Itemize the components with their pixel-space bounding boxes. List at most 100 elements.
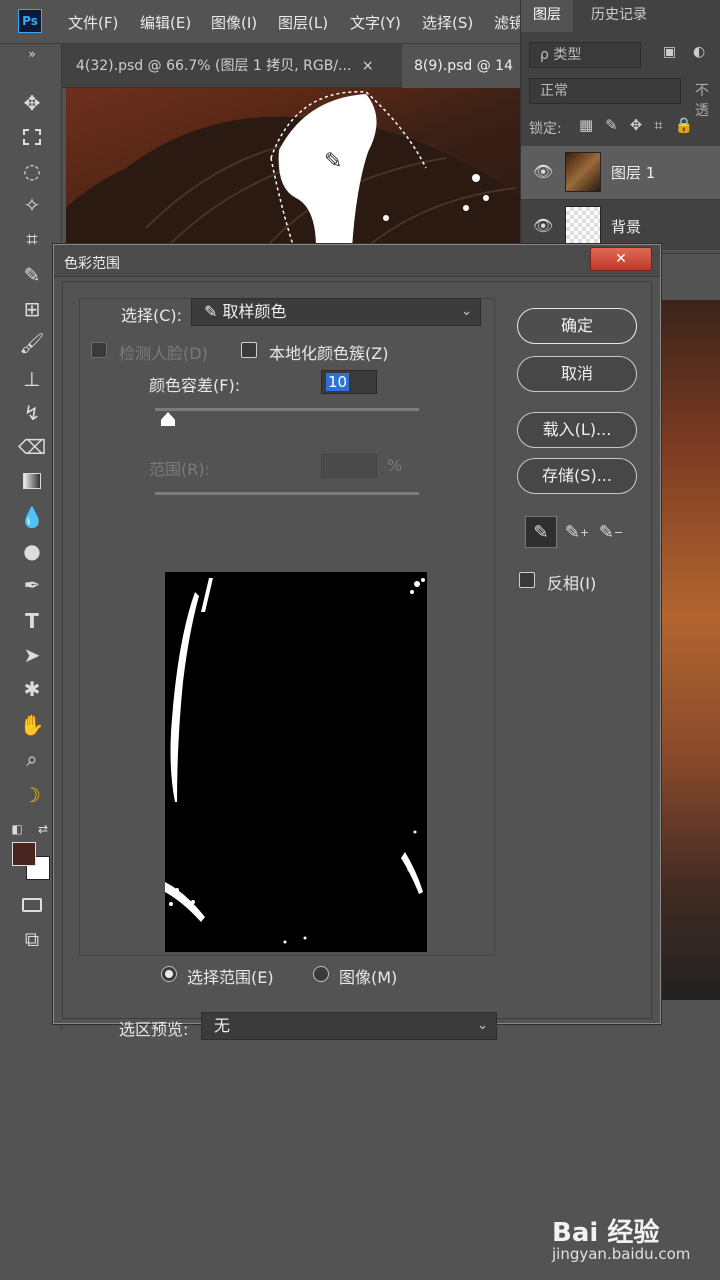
range-unit: % [387,456,403,475]
localized-clusters-checkbox[interactable] [241,342,257,358]
fuzziness-label: 颜色容差(F): [149,376,241,395]
chevron-down-icon: ⌄ [477,1018,488,1033]
menu-file[interactable]: 文件(F) [68,12,118,33]
menu-image[interactable]: 图像(I) [211,12,257,33]
eyedropper-plus-icon[interactable]: ✎ + [561,516,593,548]
custom-shape-tool-icon[interactable]: ✱ [19,676,45,702]
type-tool-icon[interactable]: T [19,608,45,634]
menu-edit[interactable]: 编辑(E) [140,12,191,33]
layer-thumbnail [565,152,601,192]
eyedropper-minus-icon[interactable]: ✎ − [595,516,627,548]
watermark-url: jingyan.baidu.com [552,1245,691,1263]
tab-layers[interactable]: 图层 [521,0,573,32]
menu-type[interactable]: 文字(Y) [350,12,401,33]
select-value: 取样颜色 [222,302,287,321]
eyedropper-icon[interactable]: ✎ [525,516,557,548]
swap-colors-icon[interactable]: ⇄ [36,816,50,842]
baidu-logo: Bai 经验 [552,1218,660,1248]
close-button[interactable]: ✕ [590,247,652,271]
eraser-tool-icon[interactable]: ⌫ [18,434,46,460]
tab-document-1[interactable]: 4(32).psd @ 66.7% (图层 1 拷贝, RGB/... × [64,44,394,88]
menu-filter[interactable]: 滤镜 [494,12,520,33]
image-radio[interactable] [313,966,329,982]
select-dropdown[interactable]: ✎ 取样颜色 ⌄ [191,298,481,326]
canvas-image: ✎ [66,91,522,248]
expand-toolbar-icon[interactable]: » [19,46,45,62]
detect-faces-label: 检测人脸(D) [119,344,208,363]
invert-checkbox[interactable] [519,572,535,588]
quick-mask-icon[interactable] [19,892,45,918]
photoshop-logo: Ps [18,9,42,33]
blur-tool-icon[interactable]: 💧 [19,504,45,530]
selection-preview-image [165,572,427,952]
image-radio-label: 图像(M) [339,968,398,987]
fuzziness-input[interactable]: 10 [321,370,377,394]
image-filter-icon[interactable]: ▣ [663,44,676,60]
load-button[interactable]: 载入(L)... [517,412,637,448]
dialog-body: 选择(C): ✎ 取样颜色 ⌄ 检测人脸(D) 本地化颜色簇(Z) 颜色容差(F… [62,281,652,1040]
path-selection-tool-icon[interactable]: ➤ [19,642,45,668]
selection-preview-value: 无 [214,1016,231,1035]
marquee-tool-icon[interactable] [19,124,45,150]
lock-label: 锁定: [529,121,562,137]
foreground-color-swatch[interactable] [12,842,36,866]
lasso-tool-icon[interactable]: ◌ [19,158,45,184]
menu-bar: Ps 文件(F) 编辑(E) 图像(I) 图层(L) 文字(Y) 选择(S) 滤… [0,0,520,44]
layers-panel: 图层 历史记录 ρ 类型 ▣ ◐ 正常 不透 锁定: ▦✎✥⌗🔒 👁 图层 1 … [520,0,720,254]
magic-wand-tool-icon[interactable]: ✧ [19,192,45,218]
banana-icon[interactable]: ☽ [19,782,45,808]
gradient-tool-icon[interactable] [19,468,45,494]
layer-name: 背景 [611,218,642,236]
eyedropper-small-icon: ✎ [204,302,223,321]
eyedropper-tool-icon[interactable]: ✎ [19,262,45,288]
dialog-title: 色彩范围 [64,256,120,272]
fuzziness-slider[interactable] [155,408,419,411]
localized-clusters-label: 本地化颜色簇(Z) [269,344,389,363]
blend-mode-dropdown[interactable]: 正常 [529,78,681,104]
color-range-dialog: 色彩范围 ✕ 选择(C): ✎ 取样颜色 ⌄ 检测人脸(D) 本地化颜色簇(Z)… [53,244,661,1040]
zoom-tool-icon[interactable]: ⌕ [19,746,45,772]
visibility-eye-icon[interactable]: 👁 [533,216,553,236]
history-brush-tool-icon[interactable]: ↯ [19,400,45,426]
pen-tool-icon[interactable]: ✒ [19,572,45,598]
lock-icons[interactable]: ▦✎✥⌗🔒 [579,116,705,134]
detect-faces-checkbox[interactable] [91,342,107,358]
menu-select[interactable]: 选择(S) [422,12,473,33]
layer-row[interactable]: 👁 图层 1 [521,146,720,200]
layer-thumbnail [565,206,601,246]
chevron-down-icon: ⌄ [461,304,472,319]
healing-brush-tool-icon[interactable]: ⊞ [19,296,45,322]
dodge-tool-icon[interactable]: ● [19,538,45,564]
brush-tool-icon[interactable]: 🖌 [19,330,45,356]
opacity-label: 不透 [695,83,709,119]
clone-stamp-tool-icon[interactable]: ⊥ [19,366,45,392]
selection-preview-dropdown[interactable]: 无 ⌄ [201,1012,497,1040]
tab-document-2[interactable]: 8(9).psd @ 14 [402,44,520,88]
range-slider[interactable] [155,492,419,495]
layer-filter-dropdown[interactable]: ρ 类型 [529,42,641,68]
dialog-titlebar: 色彩范围 ✕ [54,245,660,277]
hand-tool-icon[interactable]: ✋ [19,712,45,738]
crop-tool-icon[interactable]: ⌗ [19,226,45,252]
cancel-button[interactable]: 取消 [517,356,637,392]
screen-mode-icon[interactable]: ⧉ [19,926,45,952]
selection-radio[interactable] [161,966,177,982]
range-label: 范围(R): [149,460,210,479]
range-input[interactable] [321,454,377,478]
menu-layer[interactable]: 图层(L) [278,12,328,33]
canvas-edge [660,300,720,1000]
invert-label: 反相(I) [547,574,597,593]
ok-button[interactable]: 确定 [517,308,637,344]
layer-name: 图层 1 [611,164,656,182]
document-canvas[interactable]: ✎ [66,88,522,248]
adjustment-filter-icon[interactable]: ◐ [693,44,705,60]
selection-radio-label: 选择范围(E) [187,968,274,987]
selection-preview-label: 选区预览: [119,1020,189,1039]
save-button[interactable]: 存储(S)... [517,458,637,494]
tab-history[interactable]: 历史记录 [579,0,659,32]
move-tool-icon[interactable]: ✥ [19,90,45,116]
tab-document-1-label: 4(32).psd @ 66.7% (图层 1 拷贝, RGB/... [76,58,352,74]
visibility-eye-icon[interactable]: 👁 [533,162,553,182]
default-colors-icon[interactable]: ◧ [10,816,24,842]
close-tab-icon[interactable]: × [362,58,374,74]
